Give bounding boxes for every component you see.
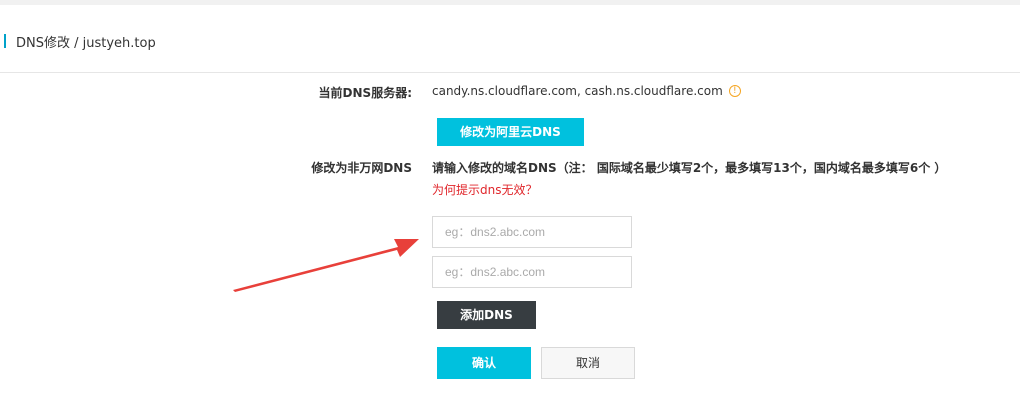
current-dns-value: candy.ns.cloudflare.com, cash.ns.cloudfl… bbox=[432, 84, 723, 98]
confirm-button[interactable]: 确认 bbox=[437, 347, 531, 379]
page-title: DNS修改 / justyeh.top bbox=[16, 36, 156, 51]
current-dns-value-row: candy.ns.cloudflare.com, cash.ns.cloudfl… bbox=[432, 84, 741, 98]
dns-input-1[interactable] bbox=[432, 216, 632, 248]
current-dns-label: 当前DNS服务器: bbox=[318, 86, 412, 100]
add-dns-button[interactable]: 添加DNS bbox=[437, 301, 536, 329]
dns-invalid-help-link[interactable]: 为何提示dns无效？ bbox=[432, 181, 537, 198]
header-accent-bar bbox=[4, 34, 6, 48]
header-divider bbox=[0, 72, 1020, 73]
switch-to-aliyun-dns-button[interactable]: 修改为阿里云DNS bbox=[437, 118, 584, 146]
non-wanwang-dns-label: 修改为非万网DNS bbox=[311, 161, 412, 175]
info-circle-icon[interactable]: ! bbox=[728, 85, 741, 97]
cancel-button[interactable]: 取消 bbox=[541, 347, 635, 379]
page-header: DNS修改 / justyeh.top bbox=[0, 22, 1020, 62]
top-strip bbox=[0, 0, 1020, 5]
dns-instruction-text: 请输入修改的域名DNS（注： 国际域名最少填写2个，最多填写13个，国内域名最多… bbox=[432, 161, 947, 175]
dns-modify-page: DNS修改 / justyeh.top 当前DNS服务器: candy.ns.c… bbox=[0, 0, 1020, 414]
dns-input-2[interactable] bbox=[432, 256, 632, 288]
